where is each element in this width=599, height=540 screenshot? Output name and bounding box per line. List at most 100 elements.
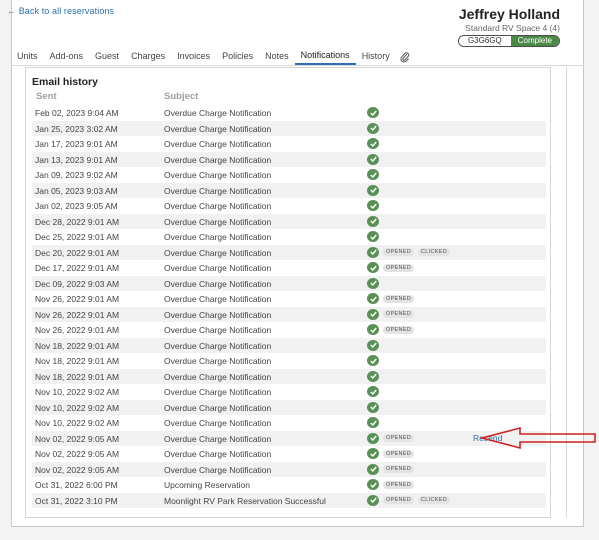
email-subject: Overdue Charge Notification xyxy=(164,402,272,413)
table-row: Feb 02, 2023 9:04 AM Overdue Charge Notif… xyxy=(32,105,546,121)
table-row: Dec 20, 2022 9:01 AM Overdue Charge Notif… xyxy=(32,244,546,260)
check-circle-icon xyxy=(367,215,379,227)
table-row: Nov 26, 2022 9:01 AM Overdue Charge Notif… xyxy=(32,291,546,307)
sent-column-header: Sent xyxy=(36,91,57,102)
left-arrow-icon xyxy=(480,426,596,450)
delivery-status xyxy=(367,215,379,227)
table-row: Nov 18, 2022 9:01 AM Overdue Charge Notif… xyxy=(32,368,546,384)
table-row: Jan 17, 2023 9:01 AM Overdue Charge Notif… xyxy=(32,136,546,152)
check-circle-icon xyxy=(367,479,379,490)
back-to-reservations-link[interactable]: ← Back to all reservations xyxy=(7,6,114,16)
check-circle-icon xyxy=(367,138,379,149)
check-circle-icon xyxy=(367,262,379,273)
email-subject: Overdue Charge Notification xyxy=(164,108,272,118)
tab-policies[interactable]: Policies xyxy=(216,51,259,65)
check-circle-icon xyxy=(367,231,379,242)
check-circle-icon xyxy=(367,448,379,459)
table-row: Nov 26, 2022 9:01 AM Overdue Charge Notif… xyxy=(32,306,546,322)
delivery-status xyxy=(367,231,379,242)
email-subject: Overdue Charge Notification xyxy=(164,216,272,227)
table-row: Nov 10, 2022 9:02 AM Overdue Charge Notif… xyxy=(32,399,546,415)
email-subject: Overdue Charge Notification xyxy=(164,294,272,304)
guest-name: Jeffrey Holland xyxy=(458,6,560,22)
delivery-status: OPENED xyxy=(367,479,415,490)
check-circle-icon xyxy=(367,184,379,196)
email-subject: Overdue Charge Notification xyxy=(164,309,272,320)
table-row: Nov 10, 2022 9:02 AM Overdue Charge Notif… xyxy=(32,415,546,431)
email-subject: Overdue Charge Notification xyxy=(164,356,272,366)
table-row: Jan 09, 2023 9:02 AM Overdue Charge Notif… xyxy=(32,167,546,183)
reservation-tabs: Units Add-ons Guest Charges Invoices Pol… xyxy=(11,48,584,66)
tab-units[interactable]: Units xyxy=(11,51,44,65)
sent-date: Nov 10, 2022 9:02 AM xyxy=(35,387,120,397)
sent-date: Dec 28, 2022 9:01 AM xyxy=(35,216,120,227)
email-subject: Overdue Charge Notification xyxy=(164,170,272,180)
table-row: Jan 05, 2023 9:03 AM Overdue Charge Notif… xyxy=(32,182,546,198)
check-circle-icon xyxy=(367,324,379,335)
email-history-panel: Email history Sent Subject Feb 02, 2023 … xyxy=(25,67,551,518)
tab-history[interactable]: History xyxy=(356,51,396,65)
delivery-status: OPENED CLICKED xyxy=(367,494,450,506)
subject-column-header: Subject xyxy=(164,91,199,102)
delivery-status: OPENED xyxy=(367,448,415,459)
email-subject: Moonlight RV Park Reservation Successful xyxy=(164,495,326,506)
email-subject: Overdue Charge Notification xyxy=(164,433,272,444)
paperclip-icon[interactable] xyxy=(396,51,410,65)
tab-add-ons[interactable]: Add-ons xyxy=(44,51,90,65)
email-subject: Overdue Charge Notification xyxy=(164,449,272,459)
email-subject: Overdue Charge Notification xyxy=(164,139,272,149)
sent-date: Nov 02, 2022 9:05 AM xyxy=(35,464,120,475)
email-subject: Overdue Charge Notification xyxy=(164,247,272,258)
tab-invoices[interactable]: Invoices xyxy=(171,51,216,65)
table-row: Nov 18, 2022 9:01 AM Overdue Charge Notif… xyxy=(32,353,546,369)
delivery-status xyxy=(367,107,379,118)
email-subject: Overdue Charge Notification xyxy=(164,418,272,428)
delivery-status xyxy=(367,138,379,149)
table-row: Nov 10, 2022 9:02 AM Overdue Charge Notif… xyxy=(32,384,546,400)
email-subject: Overdue Charge Notification xyxy=(164,371,272,382)
email-subject: Overdue Charge Notification xyxy=(164,232,272,242)
delivery-status xyxy=(367,370,379,382)
delivery-status: OPENED xyxy=(367,324,415,335)
tab-notifications[interactable]: Notifications xyxy=(294,50,356,65)
email-subject: Overdue Charge Notification xyxy=(164,387,272,397)
sent-date: Jan 09, 2023 9:02 AM xyxy=(35,170,118,180)
sent-date: Nov 18, 2022 9:01 AM xyxy=(35,356,120,366)
email-subject: Overdue Charge Notification xyxy=(164,185,272,196)
delivery-status xyxy=(367,277,379,289)
table-row: Nov 26, 2022 9:01 AM Overdue Charge Notif… xyxy=(32,322,546,338)
check-circle-icon xyxy=(367,417,379,428)
email-subject: Overdue Charge Notification xyxy=(164,464,272,475)
table-row: Dec 09, 2022 9:03 AM Overdue Charge Notif… xyxy=(32,275,546,291)
delivery-status: OPENED xyxy=(367,262,415,273)
sent-date: Feb 02, 2023 9:04 AM xyxy=(35,108,119,118)
space-label: Standard RV Space 4 (4) xyxy=(465,23,560,33)
delivery-status xyxy=(367,417,379,428)
check-circle-icon xyxy=(367,339,379,351)
opened-badge: OPENED xyxy=(383,465,415,473)
table-row: Dec 28, 2022 9:01 AM Overdue Charge Notif… xyxy=(32,213,546,229)
table-row: Oct 31, 2022 3:10 PM Moonlight RV Park Re… xyxy=(32,492,546,508)
tab-charges[interactable]: Charges xyxy=(125,51,171,65)
table-row: Nov 02, 2022 9:05 AM Overdue Charge Notif… xyxy=(32,446,546,462)
table-row: Nov 02, 2022 9:05 AM Overdue Charge Notif… xyxy=(32,430,546,446)
check-circle-icon xyxy=(367,277,379,289)
sent-date: Oct 31, 2022 3:10 PM xyxy=(35,495,118,506)
opened-badge: OPENED xyxy=(383,449,415,458)
delivery-status xyxy=(367,401,379,413)
email-subject: Upcoming Reservation xyxy=(164,480,250,490)
clicked-badge: CLICKED xyxy=(418,248,450,256)
sent-date: Nov 26, 2022 9:01 AM xyxy=(35,309,120,320)
sent-date: Dec 09, 2022 9:03 AM xyxy=(35,278,120,289)
check-circle-icon xyxy=(367,386,379,397)
email-history-title: Email history xyxy=(32,76,98,88)
email-history-list: Feb 02, 2023 9:04 AM Overdue Charge Notif… xyxy=(32,105,546,508)
tab-notes[interactable]: Notes xyxy=(259,51,295,65)
check-circle-icon xyxy=(367,122,379,134)
check-circle-icon xyxy=(367,107,379,118)
tab-guest[interactable]: Guest xyxy=(89,51,125,65)
table-row: Dec 25, 2022 9:01 AM Overdue Charge Notif… xyxy=(32,229,546,245)
check-circle-icon xyxy=(367,308,379,320)
sent-date: Nov 26, 2022 9:01 AM xyxy=(35,294,120,304)
check-circle-icon xyxy=(367,494,379,506)
